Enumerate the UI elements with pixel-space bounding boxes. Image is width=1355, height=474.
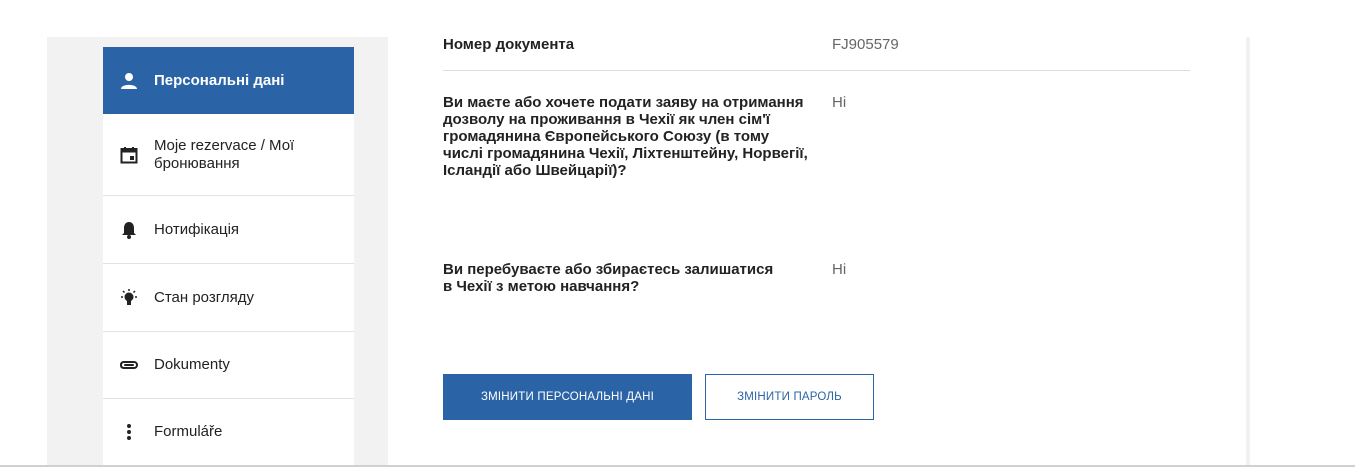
edit-personal-data-button[interactable]: ЗМІНИТИ ПЕРСОНАЛЬНІ ДАНІ [443, 374, 692, 420]
sidebar-item-status[interactable]: Стан розгляду [103, 264, 354, 332]
eu-family-member-answer: Ні [832, 94, 847, 111]
sidebar-item-personal-data[interactable]: Персональні дані [103, 47, 354, 114]
document-number-value: FJ905579 [832, 36, 899, 53]
sidebar-item-label: Formuláře [154, 423, 223, 440]
document-number-label: Номер документа [443, 36, 575, 53]
sidebar-item-documents[interactable]: Dokumenty [103, 332, 354, 399]
sidebar-item-label: Moje rezervace / Мої бронювання [154, 136, 295, 172]
sidebar-item-label: Стан розгляду [154, 288, 254, 306]
sidebar: Персональні дані Moje rezervace / Мої бр… [103, 47, 354, 465]
change-password-button[interactable]: ЗМІНИТИ ПАРОЛЬ [705, 374, 874, 420]
study-purpose-answer: Ні [832, 261, 847, 278]
lightbulb-icon [119, 288, 139, 308]
paperclip-icon [119, 355, 139, 375]
more-vertical-icon [119, 422, 139, 442]
divider [443, 70, 1190, 71]
sidebar-item-label: Персональні дані [154, 71, 285, 89]
bottom-border [0, 465, 1355, 467]
sidebar-item-label: Dokumenty [154, 356, 230, 373]
sidebar-item-forms[interactable]: Formuláře [103, 399, 354, 465]
sidebar-item-label: Нотифікація [154, 220, 240, 238]
sidebar-item-notifications[interactable]: Нотифікація [103, 196, 354, 264]
eu-family-member-question: Ви маєте або хочете подати заяву на отри… [443, 94, 808, 179]
study-purpose-question: Ви перебуваєте або збираєтесь залишатися… [443, 261, 774, 295]
person-icon [119, 71, 139, 91]
bell-icon [119, 220, 139, 240]
sidebar-item-reservations[interactable]: Moje rezervace / Мої бронювання [103, 114, 354, 196]
calendar-icon [119, 145, 139, 165]
